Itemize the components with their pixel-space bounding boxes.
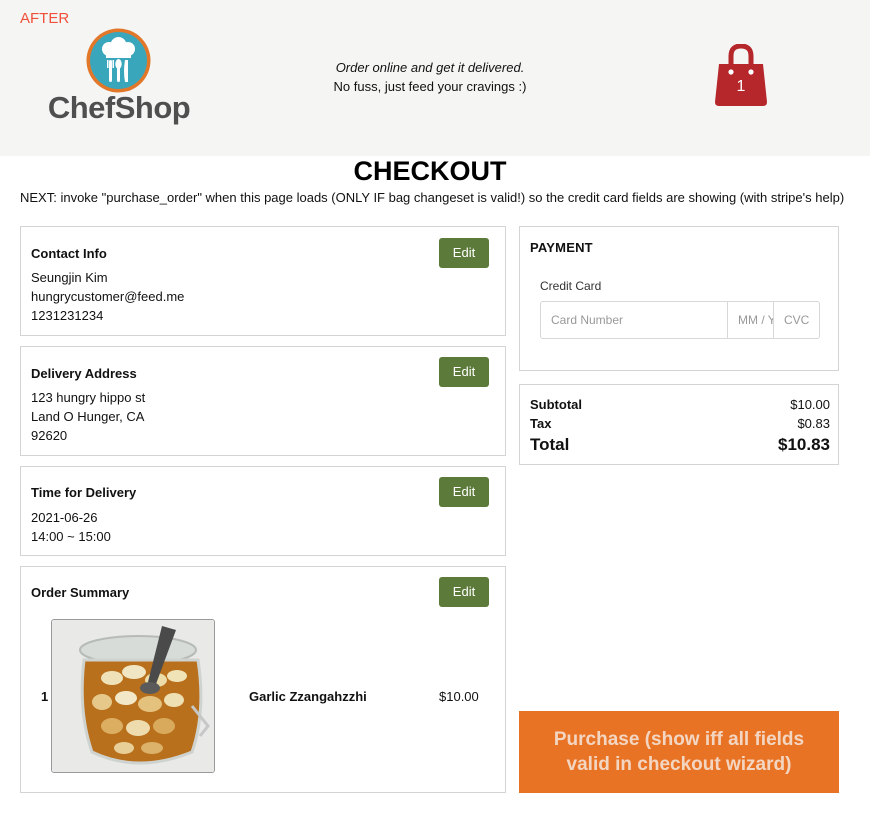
payment-title: PAYMENT bbox=[530, 240, 593, 255]
credit-card-fields bbox=[540, 301, 820, 339]
tagline-line-1: Order online and get it delivered. bbox=[335, 60, 525, 75]
tagline-line-2: No fuss, just feed your cravings :) bbox=[333, 79, 527, 94]
delivery-window: 14:00 ~ 15:00 bbox=[31, 529, 111, 544]
edit-address-button[interactable]: Edit bbox=[439, 357, 489, 387]
delivery-date: 2021-06-26 bbox=[31, 510, 98, 525]
delivery-address-title: Delivery Address bbox=[31, 366, 137, 381]
order-item-price: $10.00 bbox=[439, 689, 479, 704]
payment-card: PAYMENT Credit Card bbox=[519, 226, 839, 371]
site-header: AFTER ChefShop Order online and get it d… bbox=[0, 0, 870, 156]
delivery-time-title: Time for Delivery bbox=[31, 485, 137, 500]
address-city: Land O Hunger, CA bbox=[31, 409, 145, 424]
credit-card-label: Credit Card bbox=[540, 279, 602, 293]
order-item-name: Garlic Zzangahzzhi bbox=[249, 689, 367, 704]
dev-note: NEXT: invoke "purchase_order" when this … bbox=[20, 190, 845, 205]
card-number-input[interactable] bbox=[541, 302, 727, 338]
edit-contact-button[interactable]: Edit bbox=[439, 238, 489, 268]
contact-info-card: Contact Info Edit Seungjin Kim hungrycus… bbox=[20, 226, 506, 336]
totals-card: Subtotal $10.00 Tax $0.83 Total $10.83 bbox=[519, 384, 839, 465]
order-summary-title: Order Summary bbox=[31, 585, 130, 600]
tax-value: $0.83 bbox=[797, 416, 830, 431]
bag-count: 1 bbox=[736, 78, 746, 95]
subtotal-value: $10.00 bbox=[790, 397, 830, 412]
address-street: 123 hungry hippo st bbox=[31, 390, 146, 405]
after-badge: AFTER bbox=[20, 10, 70, 27]
order-item-qty: 1 bbox=[41, 689, 49, 704]
order-summary-card: Order Summary Edit 1 Garlic Zzangahzzhi … bbox=[20, 566, 506, 793]
contact-phone: 1231231234 bbox=[31, 308, 104, 323]
total-value: $10.83 bbox=[778, 435, 830, 454]
shopping-bag-icon bbox=[715, 44, 767, 106]
brand-name: ChefShop bbox=[47, 90, 191, 125]
product-image bbox=[51, 619, 215, 773]
purchase-button[interactable]: Purchase (show iff all fields valid in c… bbox=[519, 711, 839, 793]
brand-logo[interactable]: ChefShop bbox=[44, 27, 194, 129]
page-title: CHECKOUT bbox=[353, 156, 507, 186]
total-label: Total bbox=[530, 435, 570, 454]
contact-email: hungrycustomer@feed.me bbox=[31, 289, 185, 304]
address-zip: 92620 bbox=[31, 428, 68, 443]
edit-order-button[interactable]: Edit bbox=[439, 577, 489, 607]
card-cvc-input[interactable] bbox=[773, 302, 820, 338]
contact-info-title: Contact Info bbox=[31, 246, 107, 261]
card-expiry-input[interactable] bbox=[727, 302, 773, 338]
delivery-address-card: Delivery Address Edit 123 hungry hippo s… bbox=[20, 346, 506, 456]
tagline: Order online and get it delivered. No fu… bbox=[290, 58, 570, 96]
delivery-time-card: Time for Delivery Edit 2021-06-26 14:00 … bbox=[20, 466, 506, 556]
tax-label: Tax bbox=[530, 416, 552, 431]
chef-hat-utensils-icon bbox=[86, 28, 151, 93]
subtotal-label: Subtotal bbox=[530, 397, 582, 412]
contact-name: Seungjin Kim bbox=[31, 270, 108, 285]
shopping-bag-button[interactable]: 1 bbox=[713, 44, 769, 108]
edit-time-button[interactable]: Edit bbox=[439, 477, 489, 507]
